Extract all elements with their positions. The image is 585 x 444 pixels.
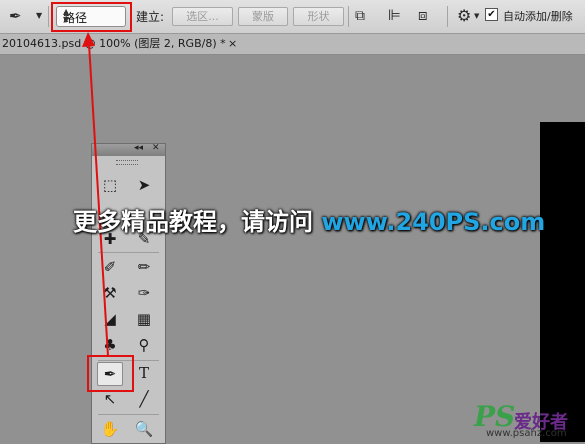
gear-dropdown-icon[interactable]: ▼ xyxy=(474,13,479,20)
path-arrangement-icon[interactable]: ⧈ xyxy=(418,8,428,23)
promo-url: www.240PS.com xyxy=(321,208,546,236)
tools-panel-header[interactable]: ◂◂ ✕ xyxy=(92,143,165,156)
watermark-site: www.psahz.com xyxy=(486,428,567,439)
move-tool-icon[interactable]: ➤ xyxy=(132,174,156,196)
panel-grip[interactable] xyxy=(116,160,138,165)
dodge-tool-icon[interactable]: ⚲ xyxy=(132,334,156,356)
close-panel-icon[interactable]: ✕ xyxy=(152,143,160,153)
history-brush-tool-icon[interactable]: ✑ xyxy=(132,282,156,304)
promo-text: 更多精品教程，请访问 xyxy=(73,208,322,236)
make-label: 建立: xyxy=(136,10,165,24)
separator xyxy=(348,6,349,27)
document-tab[interactable]: 20104613.psd @ 100% (图层 2, RGB/8) * × xyxy=(0,34,237,54)
marquee-tool-icon[interactable]: ⬚ xyxy=(98,174,122,196)
separator xyxy=(447,6,448,27)
auto-add-delete-label: 自动添加/删除 xyxy=(503,10,573,23)
gear-icon[interactable]: ⚙ xyxy=(457,8,471,24)
hand-tool-icon[interactable]: ✋ xyxy=(98,418,122,440)
collapse-icon[interactable]: ◂◂ xyxy=(134,143,143,153)
tools-divider xyxy=(98,252,159,253)
promo-overlay-text: 更多精品教程，请访问 www.240PS.com xyxy=(73,202,545,242)
highlight-tool-mode xyxy=(51,2,132,32)
path-operations-icon[interactable]: ⧉ xyxy=(355,9,365,23)
blur-tool-icon[interactable]: ♣ xyxy=(98,334,122,356)
make-mask-button[interactable]: 蒙版 xyxy=(238,7,288,26)
line-tool-icon[interactable]: ╱ xyxy=(132,388,156,410)
brush-tool-icon[interactable]: ✏ xyxy=(132,256,156,278)
tool-preset-dropdown-icon[interactable]: ▼ xyxy=(36,12,42,20)
healing-brush-tool-icon[interactable]: ✐ xyxy=(98,256,122,278)
tools-divider xyxy=(98,414,159,415)
document-canvas[interactable] xyxy=(540,122,585,442)
watermark-logo: PS 爱好者 www.psahz.com xyxy=(474,400,585,442)
auto-add-delete-checkbox[interactable]: ✔ xyxy=(485,8,498,21)
eraser-tool-icon[interactable]: ◢ xyxy=(98,308,122,330)
clone-stamp-tool-icon[interactable]: ⚒ xyxy=(98,282,122,304)
gradient-tool-icon[interactable]: ▦ xyxy=(132,308,156,330)
document-tab-title: 20104613.psd @ 100% (图层 2, RGB/8) * xyxy=(2,37,226,50)
type-tool-icon[interactable]: T xyxy=(132,362,156,384)
highlight-pen-tool xyxy=(87,355,134,392)
make-selection-button[interactable]: 选区... xyxy=(172,7,233,26)
path-alignment-icon[interactable]: ⊫ xyxy=(388,8,401,23)
pen-tool-icon[interactable]: ✒ xyxy=(9,9,22,24)
separator xyxy=(48,6,49,27)
tools-panel: ◂◂ ✕ ⬚ ➤ ✚ ✎ ✐ ✏ ⚒ ✑ ◢ ▦ ♣ ⚲ ✒ T ↖ ╱ ✋ 🔍 xyxy=(91,143,166,444)
close-icon[interactable]: × xyxy=(228,34,237,54)
make-shape-button[interactable]: 形状 xyxy=(293,7,344,26)
zoom-tool-icon[interactable]: 🔍 xyxy=(132,418,156,440)
